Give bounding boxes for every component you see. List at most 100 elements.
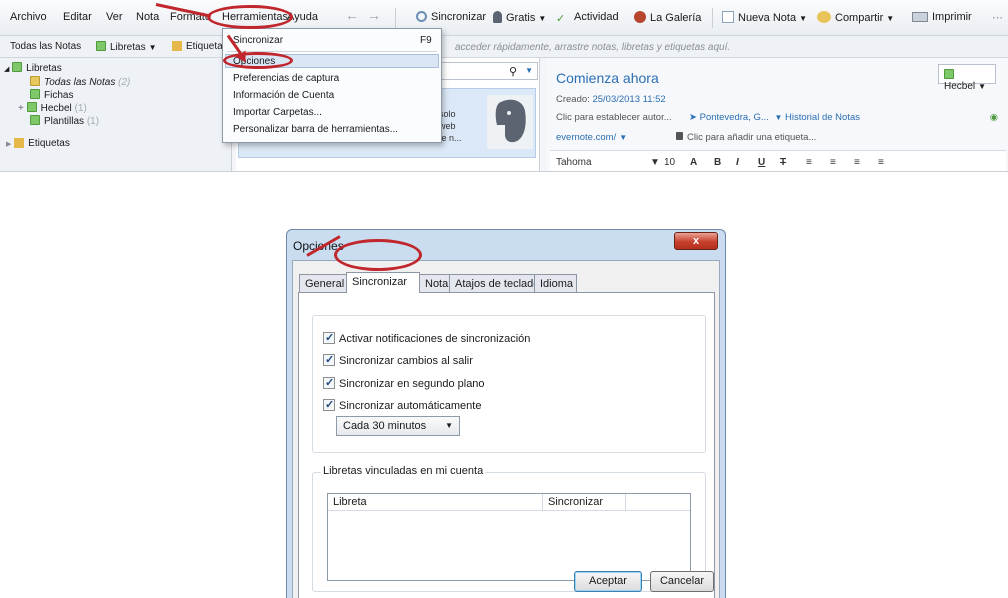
sidebar-item-label: Fichas [44,90,74,101]
font-color-icon[interactable]: A [690,157,697,168]
account-label: Gratis [506,12,536,24]
menu-item-importar-carpetas[interactable]: Importar Carpetas... [233,107,322,118]
align-center-icon[interactable]: ≡ [830,157,836,168]
sidebar-notebooks-root[interactable]: ◢ Libretas [4,62,62,74]
shortcut-hint: acceder rápidamente, arrastre notas, lib… [455,42,731,53]
new-note-icon [722,11,734,23]
checkbox-checked[interactable] [323,353,335,366]
font-size-select[interactable]: 10 [664,157,675,168]
tab-general[interactable]: General [299,274,347,292]
menu-item-preferencias-captura[interactable]: Preferencias de captura [233,73,339,84]
font-family-select[interactable]: Tahoma [556,157,592,168]
menu-bar: Archivo Editar Ver Nota Formato Herramie… [0,0,1008,36]
bold-icon[interactable]: B [714,157,721,168]
sidebar-item-count: (1) [74,103,87,114]
activity-button[interactable]: ✓ Actividad [556,11,619,25]
option-label: Sincronizar automáticamente [339,400,482,412]
all-notes-icon [30,76,40,86]
sync-interval-select[interactable]: Cada 30 minutos ▼ [336,416,460,436]
search-options-chevron-icon[interactable]: ▼ [525,66,533,75]
option-sync-background[interactable]: Sincronizar en segundo plano [323,376,485,390]
sync-button[interactable]: Sincronizar [416,11,486,23]
sidebar-item-hecbel[interactable]: + Hecbel (1) [18,102,87,114]
justify-icon[interactable]: ≡ [878,157,884,168]
url-field[interactable]: evernote.com/▼ [556,132,627,143]
location-field[interactable]: ➤ Pontevedra, G... ▼ Historial de Notas [689,112,860,123]
checkbox-checked[interactable] [323,398,335,411]
url-label: evernote.com/ [556,132,617,143]
share-button[interactable]: Compartir ▼ [817,11,894,24]
option-label: Sincronizar en segundo plano [339,378,485,390]
column-header-libreta[interactable]: Libreta [328,494,543,511]
share-label: Compartir [835,12,884,24]
strikethrough-icon[interactable]: T [780,157,786,168]
sync-icon [416,11,427,22]
menu-item-personalizar-barra[interactable]: Personalizar barra de herramientas... [233,124,398,135]
notebook-selector[interactable]: Hecbel ▼ [938,64,996,92]
sidebar-tags-root[interactable]: ▶ Etiquetas [6,138,70,149]
account-button[interactable]: Gratis ▼ [493,11,546,24]
print-label: Imprimir [932,11,972,23]
menu-ver[interactable]: Ver [106,11,123,23]
notebook-icon [26,102,37,112]
menu-item-sincronizar[interactable]: Sincronizar [233,35,283,46]
tab-sincronizar[interactable]: Sincronizar [346,272,420,293]
checkbox-checked[interactable] [323,376,335,389]
close-button[interactable]: x [674,232,718,250]
tag-icon [172,41,182,51]
menu-nota[interactable]: Nota [136,11,159,23]
evernote-elephant-icon [487,95,533,149]
column-header-sincronizar[interactable]: Sincronizar [543,494,626,511]
sidebar-item-label: Hecbel [40,103,72,114]
chevron-down-icon[interactable]: ▼ [650,157,660,168]
sidebar-item-fichas[interactable]: Fichas [30,89,73,101]
tag-field[interactable]: Clic para añadir una etiqueta... [676,132,816,143]
back-arrow-icon[interactable]: ← [345,7,359,23]
linked-notebooks-table[interactable]: Libreta Sincronizar [327,493,691,581]
sidebar-all-notes[interactable]: Todas las Notas (2) [30,76,130,88]
align-right-icon[interactable]: ≡ [854,157,860,168]
option-sync-notifications[interactable]: Activar notificaciones de sincronización [323,331,530,345]
sync-interval-value: Cada 30 minutos [343,420,427,432]
italic-icon[interactable]: I [736,157,739,168]
option-sync-on-exit[interactable]: Sincronizar cambios al salir [323,353,473,367]
chevron-down-icon: ▼ [978,82,987,91]
option-sync-auto[interactable]: Sincronizar automáticamente [323,398,482,412]
all-notes-shortcut[interactable]: Todas las Notas [10,41,81,52]
tab-atajos-teclado[interactable]: Atajos de teclado [449,274,539,292]
cancel-button[interactable]: Cancelar [650,571,714,592]
forward-arrow-icon[interactable]: → [367,7,381,23]
collapsed-triangle-icon: ▶ [6,141,12,148]
align-left-icon[interactable]: ≡ [806,157,812,168]
note-card-snippet: te n... [439,133,462,143]
history-link[interactable]: Historial de Notas [785,112,860,123]
search-icon[interactable]: ⚲ [509,65,517,78]
new-note-button[interactable]: Nueva Nota ▼ [722,11,807,24]
gallery-icon [634,11,646,23]
checkbox-checked[interactable] [323,331,335,344]
linked-notebooks-label: Libretas vinculadas en mi cuenta [321,465,486,477]
tab-idioma[interactable]: Idioma [534,274,577,292]
shortcut-bar: Todas las Notas Libretas ▼ Etiqueta acced… [0,36,1008,58]
sync-label: Sincronizar [431,11,487,23]
tags-shortcut[interactable]: Etiqueta [172,41,223,52]
accept-button[interactable]: Aceptar [574,571,642,592]
print-button[interactable]: Imprimir [912,11,972,23]
sidebar: ◢ Libretas Todas las Notas (2) Fichas + … [0,58,232,171]
menu-editar[interactable]: Editar [63,11,92,23]
notebooks-shortcut[interactable]: Libretas ▼ [96,41,157,53]
gallery-button[interactable]: La Galería [634,11,701,24]
author-field[interactable]: Clic para establecer autor... [556,112,672,123]
underline-icon[interactable]: U [758,157,765,168]
note-info-icon[interactable]: ◉ [990,112,998,123]
menu-archivo[interactable]: Archivo [10,11,47,23]
notebook-icon [96,41,106,51]
overflow-icon[interactable]: ⋯ [992,11,1003,24]
sidebar-item-plantillas[interactable]: Plantillas (1) [30,115,99,127]
tags-root-label: Etiquetas [28,138,70,149]
toolbar-separator [712,8,713,28]
note-title[interactable]: Comienza ahora [556,70,659,86]
tab-nota[interactable]: Nota [419,274,450,292]
menu-item-informacion-cuenta[interactable]: Información de Cuenta [233,90,334,101]
created-label: Creado: [556,94,590,105]
